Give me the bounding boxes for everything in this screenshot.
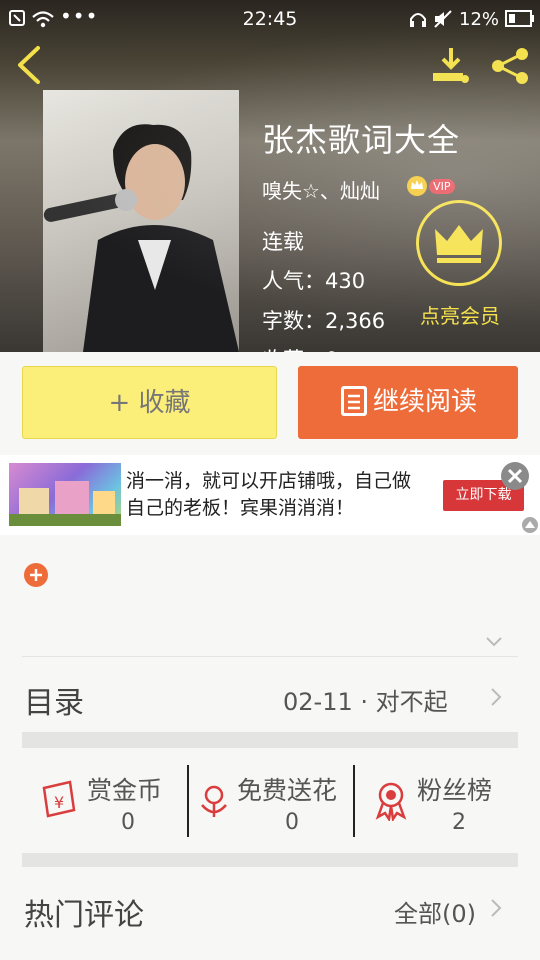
mute-icon [434, 10, 452, 28]
stat-flowers[interactable]: 免费送花 0 [189, 755, 354, 845]
battery-percent: 12% [459, 9, 500, 30]
book-cover-image[interactable] [43, 90, 239, 352]
popularity: 人气：430 [262, 269, 366, 293]
stat-value: 0 [285, 810, 299, 835]
stat-label: 赏金币 [87, 776, 163, 805]
expand-chevron-icon[interactable] [485, 636, 503, 648]
red-envelope-icon: ¥ [42, 780, 76, 818]
membership-button[interactable] [416, 200, 502, 286]
crown-icon [435, 225, 483, 263]
toc-row[interactable]: 目录 02-11 · 对不起 [0, 660, 540, 732]
divider [22, 656, 518, 657]
stat-label: 粉丝榜 [417, 776, 493, 805]
section-separator [22, 853, 518, 867]
stat-fans[interactable]: 粉丝榜 2 [355, 755, 518, 845]
book-title: 张杰歌词大全 [262, 121, 461, 159]
word-count: 字数：2,366 [262, 309, 386, 333]
battery-icon [505, 10, 534, 27]
ad-text: 消一消，就可以开店铺哦，自己做自己的老板！宾果消消消！ [126, 470, 412, 519]
stat-coins[interactable]: ¥ 赏金币 0 [22, 755, 187, 845]
vip-text: VIP [429, 178, 455, 194]
book-icon [340, 385, 367, 416]
crown-small-icon [407, 176, 427, 196]
chevron-right-icon [491, 899, 502, 917]
ad-info-icon [522, 517, 538, 533]
favorite-button[interactable]: + 收藏 [22, 366, 277, 439]
medal-icon [375, 782, 407, 821]
chevron-right-icon [491, 688, 502, 706]
continue-reading-button[interactable]: 继续阅读 [298, 366, 518, 439]
download-icon[interactable] [430, 46, 472, 86]
vip-badge: VIP [406, 175, 455, 197]
stat-label: 免费送花 [237, 776, 338, 805]
favorites-count: 收藏：0 [262, 344, 338, 352]
flower-icon [201, 785, 227, 817]
ad-image [9, 463, 121, 526]
all-comments-link[interactable]: 全部(0) [394, 894, 476, 929]
book-header: ••• 22:45 12% 张杰歌词大全 嗅失☆、灿灿 VIP 连载 人气：43… [0, 0, 540, 352]
stat-value: 0 [121, 810, 135, 835]
author-label: 嗅失☆、灿灿 [262, 179, 380, 203]
add-button[interactable] [23, 562, 49, 588]
section-separator [22, 732, 518, 748]
toc-latest-chapter: 02-11 · 对不起 [283, 688, 448, 716]
back-button[interactable] [14, 44, 44, 86]
comments-label: 热门评论 [24, 898, 144, 933]
ad-close-icon[interactable] [500, 461, 530, 491]
stats-row: ¥ 赏金币 0 免费送花 0 粉丝榜 2 [22, 755, 518, 845]
stat-value: 2 [452, 810, 466, 835]
headphones-icon [410, 13, 426, 27]
comments-row[interactable]: 热门评论 全部(0) [0, 872, 540, 952]
author-name[interactable]: 嗅失☆、灿灿 [262, 175, 380, 204]
svg-text:¥: ¥ [54, 793, 64, 812]
status-bar: ••• 22:45 12% [0, 0, 540, 38]
toc-label: 目录 [24, 686, 84, 721]
membership-label[interactable]: 点亮会员 [404, 300, 516, 329]
singer-photo [43, 124, 239, 352]
serial-status: 连载 [262, 230, 304, 254]
game-scene-image [9, 481, 121, 526]
continue-reading-label: 继续阅读 [372, 387, 477, 417]
share-icon[interactable] [489, 46, 531, 86]
